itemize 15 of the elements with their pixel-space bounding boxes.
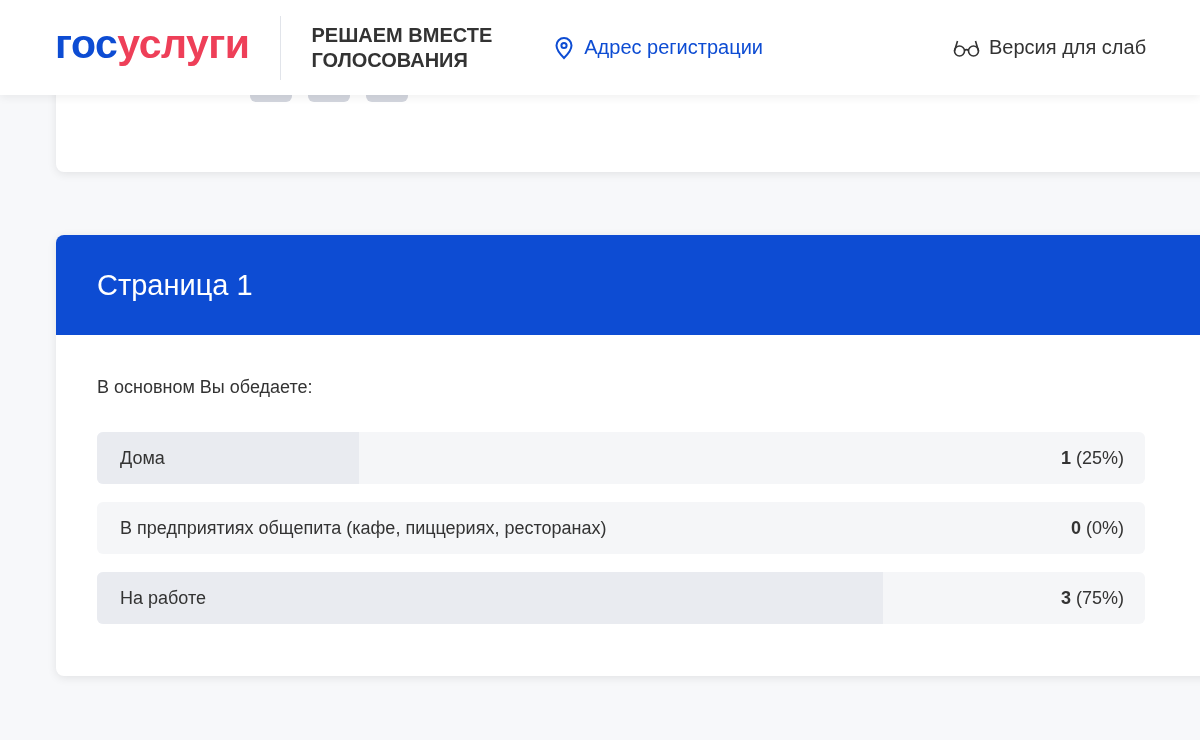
answer-count: 1 (25%): [1060, 447, 1124, 469]
page-title: Страница 1: [56, 235, 1200, 335]
site-title: ГОЛОСОВАНИЯ: [311, 47, 469, 73]
answer-count: 0 (0%): [1070, 517, 1124, 539]
answer-label: Дома: [120, 447, 165, 469]
accessibility-link[interactable]: Версия для слаб: [989, 36, 1147, 59]
address-link[interactable]: Адрес регистрации: [584, 36, 763, 59]
glasses-icon[interactable]: [953, 38, 980, 57]
site-title: РЕШАЕМ ВМЕСТЕ: [311, 22, 493, 48]
answer-label: В предприятиях общепита (кафе, пиццериях, ресторанах): [120, 517, 607, 539]
question-text: В основном Вы обедаете:: [97, 377, 314, 398]
logo[interactable]: госуслуги: [55, 24, 250, 71]
answer-count: 3 (75%): [1060, 587, 1124, 609]
answer-label: На работе: [120, 587, 206, 609]
location-pin-icon[interactable]: [554, 35, 575, 60]
